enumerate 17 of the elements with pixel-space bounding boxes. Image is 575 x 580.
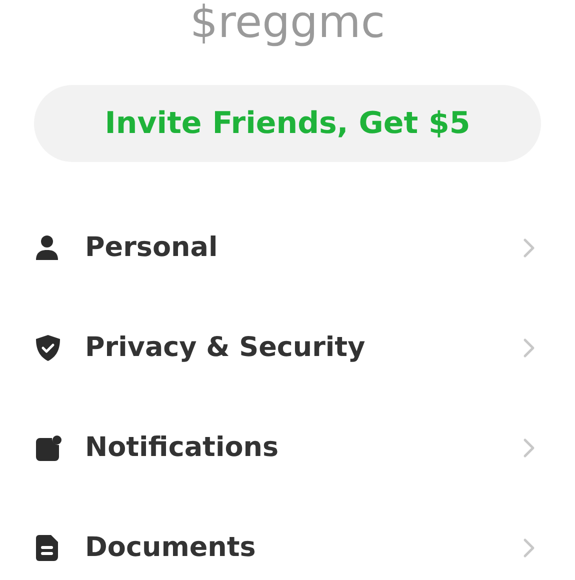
chevron-icon [523, 238, 535, 258]
row-label: Documents [85, 530, 257, 565]
document-icon [35, 534, 59, 562]
shield-check-icon [35, 334, 61, 362]
row-label: Privacy & Security [85, 330, 366, 365]
notification-badge-icon [35, 434, 62, 462]
person-icon [35, 235, 59, 261]
chevron-icon [523, 538, 535, 558]
chevron-icon [523, 438, 535, 458]
settings-row[interactable]: Notifications [0, 398, 575, 498]
row-label: Notifications [85, 430, 280, 465]
settings-row[interactable]: Documents [0, 498, 575, 580]
cashtag: $reggmc [190, 0, 386, 46]
settings-row[interactable]: Personal [0, 198, 575, 298]
row-label: Personal [85, 230, 219, 265]
settings-row[interactable]: Privacy & Security [0, 298, 575, 398]
chevron-icon [523, 338, 535, 358]
